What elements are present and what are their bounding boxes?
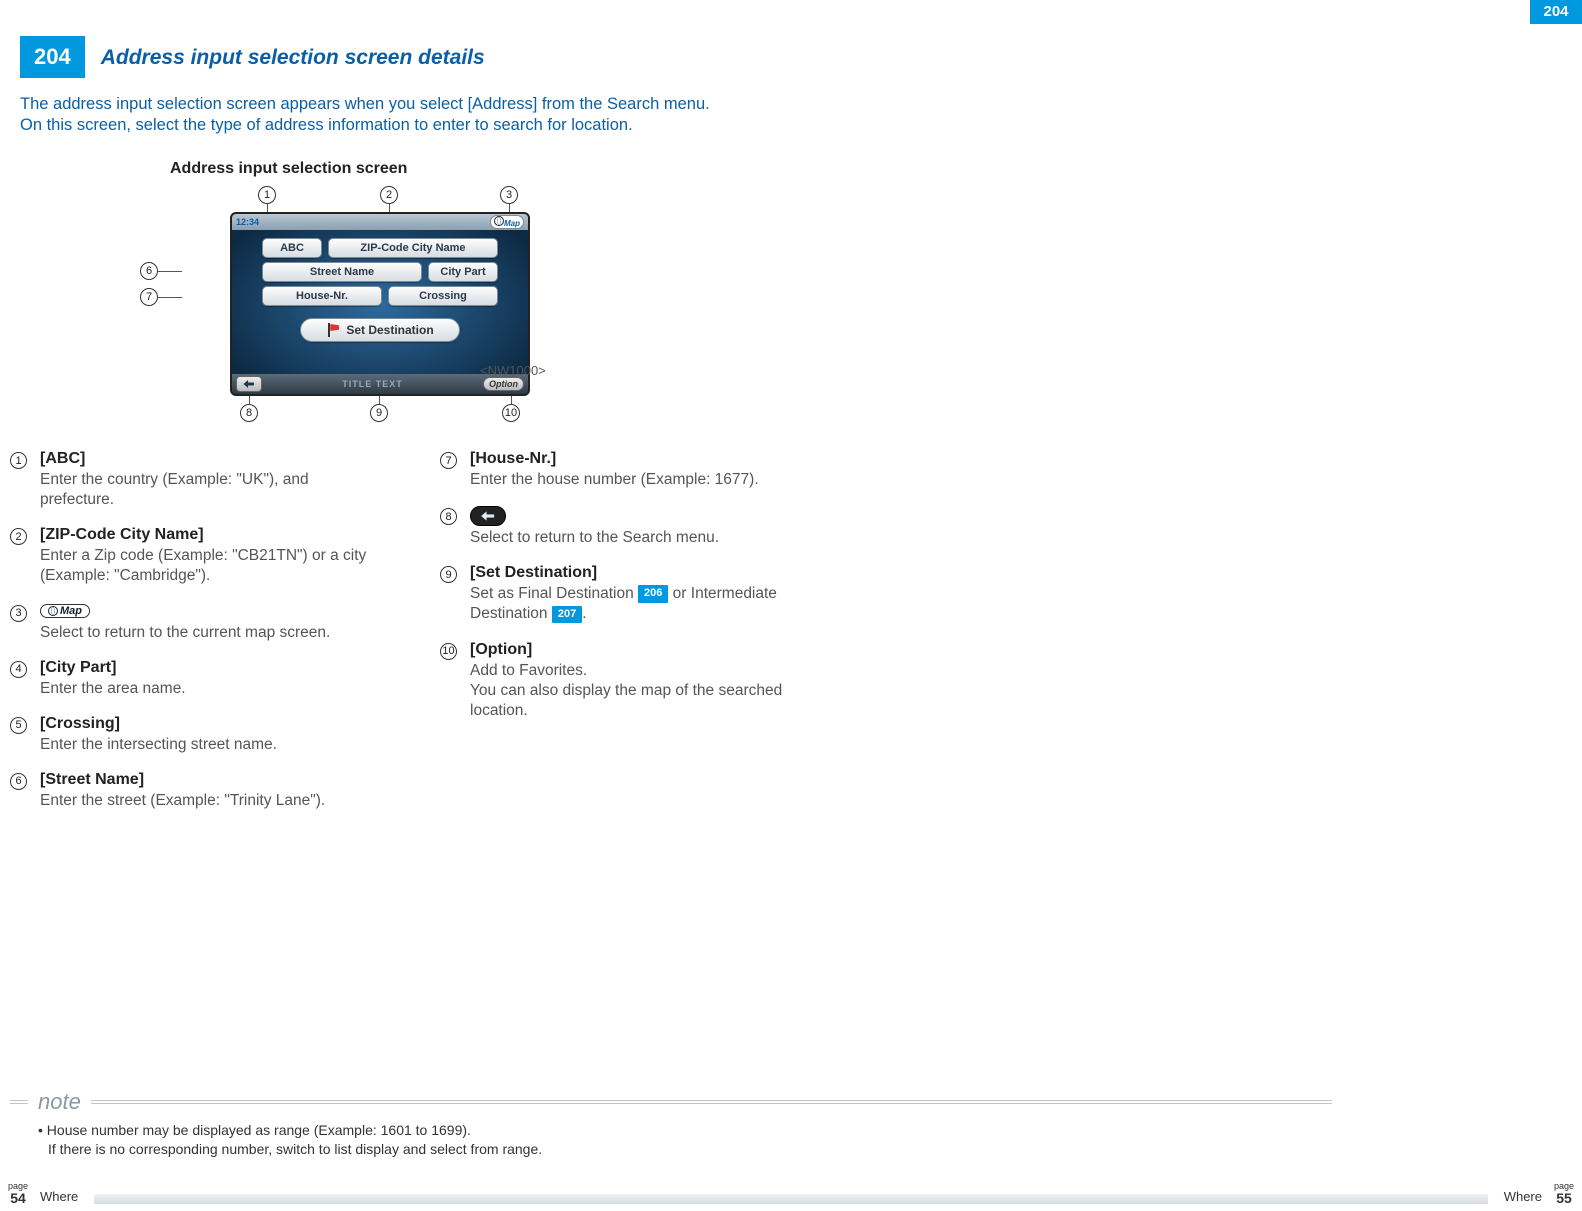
flag-icon <box>326 323 340 337</box>
num-7: 7 <box>440 452 457 469</box>
option-button[interactable]: Option <box>483 377 524 391</box>
desc-title-6: [Street Name] <box>40 771 380 789</box>
page-header: 204 Address input selection screen detai… <box>20 36 485 78</box>
intro-line-2: On this screen, select the type of addre… <box>20 115 710 136</box>
desc-title-4: [City Part] <box>40 659 380 677</box>
note-block: note House number may be displayed as ra… <box>10 1089 1332 1159</box>
desc-text-5: Enter the intersecting street name. <box>40 735 380 755</box>
set-destination-button[interactable]: Set Destination <box>300 318 460 342</box>
desc-item-1: 1 [ABC] Enter the country (Example: "UK"… <box>10 450 380 510</box>
back-pill-icon <box>470 506 506 526</box>
map-icon[interactable]: Map <box>490 215 524 229</box>
num-9: 9 <box>440 566 457 583</box>
desc-item-9: 9 [Set Destination] Set as Final Destina… <box>440 564 810 624</box>
page-ref-207[interactable]: 207 <box>552 606 582 623</box>
desc-title-10: [Option] <box>470 641 810 659</box>
back-button[interactable] <box>236 376 262 392</box>
desc-title-7: [House-Nr.] <box>470 450 810 468</box>
num-6: 6 <box>10 773 27 790</box>
desc-item-7: 7 [House-Nr.] Enter the house number (Ex… <box>440 450 810 490</box>
house-nr-button[interactable]: House-Nr. <box>262 286 382 306</box>
page-number-badge: 204 <box>20 36 85 78</box>
street-name-button[interactable]: Street Name <box>262 262 422 282</box>
desc-title-9: [Set Destination] <box>470 564 810 582</box>
page-number-top-right: 204 <box>1530 0 1582 24</box>
desc-item-4: 4 [City Part] Enter the area name. <box>10 659 380 699</box>
desc-title-3-map-icon: Map <box>40 603 380 621</box>
desc-text-9: Set as Final Destination 206 or Intermed… <box>470 584 810 624</box>
footer-page-right: page55 <box>1550 1182 1578 1205</box>
desc-text-8: Select to return to the Search menu. <box>470 528 810 548</box>
desc-item-8: 8 Select to return to the Search menu. <box>440 506 810 548</box>
clock-label: 12:34 <box>236 217 259 227</box>
desc-text-7: Enter the house number (Example: 1677). <box>470 470 810 490</box>
note-line-2: If there is no corresponding number, swi… <box>38 1140 1332 1159</box>
callout-6: 6 <box>140 262 158 280</box>
callout-7: 7 <box>140 288 158 306</box>
figure: Address input selection screen 1 2 3 6 7… <box>170 160 590 422</box>
description-list: 1 [ABC] Enter the country (Example: "UK"… <box>10 450 810 827</box>
num-2: 2 <box>10 528 27 545</box>
desc-item-10: 10 [Option] Add to Favorites. You can al… <box>440 641 810 721</box>
map-pill-icon: Map <box>40 604 90 618</box>
callout-10: 10 <box>502 404 520 422</box>
desc-text-2: Enter a Zip code (Example: "CB21TN") or … <box>40 546 380 586</box>
screen-statusbar: 12:34 Map <box>232 214 528 230</box>
set-destination-label: Set Destination <box>346 323 433 337</box>
desc-title-2: [ZIP-Code City Name] <box>40 526 380 544</box>
desc-item-5: 5 [Crossing] Enter the intersecting stre… <box>10 715 380 755</box>
num-1: 1 <box>10 452 27 469</box>
desc-item-2: 2 [ZIP-Code City Name] Enter a Zip code … <box>10 526 380 586</box>
crossing-button[interactable]: Crossing <box>388 286 498 306</box>
num-3: 3 <box>10 605 27 622</box>
desc-text-1: Enter the country (Example: "UK"), and p… <box>40 470 380 510</box>
desc-title-5: [Crossing] <box>40 715 380 733</box>
callout-2: 2 <box>380 186 398 204</box>
num-8: 8 <box>440 508 457 525</box>
callout-8: 8 <box>240 404 258 422</box>
page-title: Address input selection screen details <box>85 36 485 78</box>
footer-section-left: Where <box>32 1189 86 1205</box>
intro-line-1: The address input selection screen appea… <box>20 94 710 115</box>
callout-3: 3 <box>500 186 518 204</box>
model-code: <NW1000> <box>480 363 546 378</box>
abc-button[interactable]: ABC <box>262 238 322 258</box>
desc-text-3: Select to return to the current map scre… <box>40 623 380 643</box>
footer-bar <box>94 1194 1487 1204</box>
footer-page-left: page54 <box>4 1182 32 1205</box>
num-10: 10 <box>440 643 457 660</box>
desc-text-4: Enter the area name. <box>40 679 380 699</box>
city-part-button[interactable]: City Part <box>428 262 498 282</box>
back-arrow-icon <box>242 379 256 389</box>
desc-text-10: Add to Favorites. You can also display t… <box>470 661 810 721</box>
page-ref-206[interactable]: 206 <box>638 585 668 602</box>
figure-caption: Address input selection screen <box>170 160 590 178</box>
zip-city-button[interactable]: ZIP-Code City Name <box>328 238 498 258</box>
note-line-1: House number may be displayed as range (… <box>38 1121 1332 1140</box>
num-5: 5 <box>10 717 27 734</box>
desc-title-1: [ABC] <box>40 450 380 468</box>
desc-item-3: 3 Map Select to return to the current ma… <box>10 603 380 643</box>
desc-title-8-back-icon <box>470 506 810 526</box>
intro-text: The address input selection screen appea… <box>20 94 710 137</box>
desc-item-6: 6 [Street Name] Enter the street (Exampl… <box>10 771 380 811</box>
note-label: note <box>38 1089 81 1115</box>
callout-1: 1 <box>258 186 276 204</box>
desc-text-6: Enter the street (Example: "Trinity Lane… <box>40 791 380 811</box>
page-footer: page54 Where Where page55 <box>4 1182 1578 1205</box>
bottombar-title-text: TITLE TEXT <box>262 379 483 389</box>
num-4: 4 <box>10 661 27 678</box>
callout-9: 9 <box>370 404 388 422</box>
footer-section-right: Where <box>1496 1189 1550 1205</box>
